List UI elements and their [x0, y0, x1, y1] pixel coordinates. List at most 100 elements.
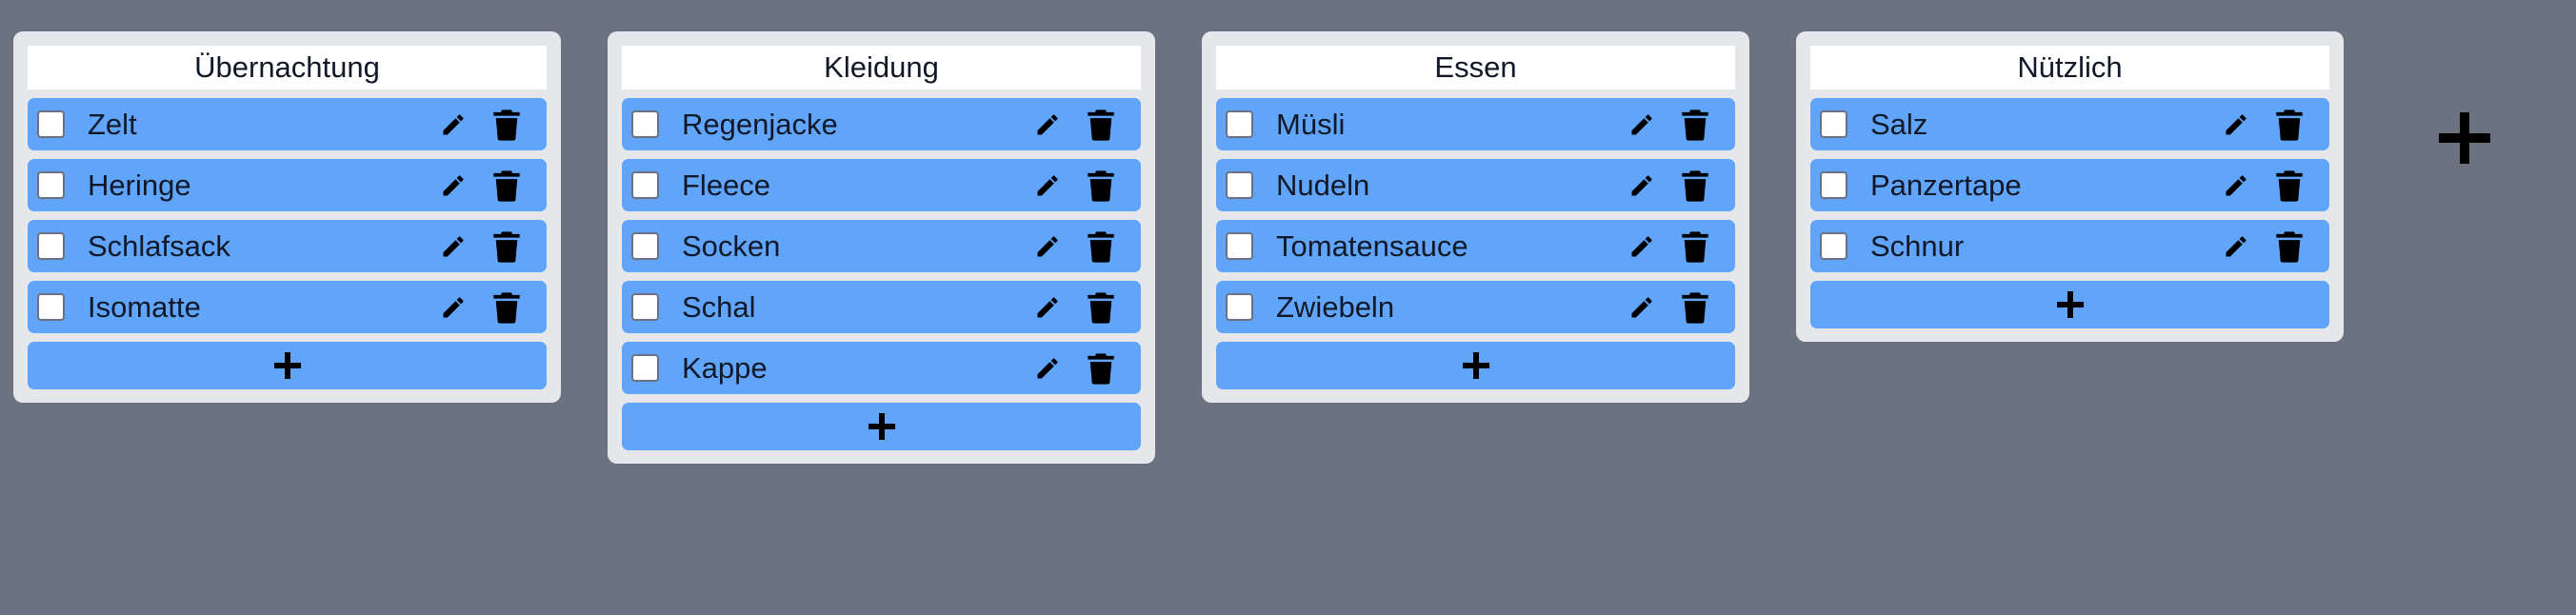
item-list: Müsli Nudeln Tomatensauce Zwiebeln: [1216, 98, 1735, 333]
item-checkbox[interactable]: [37, 171, 65, 199]
plus-icon: [2439, 112, 2490, 164]
column-title: Essen: [1216, 46, 1735, 89]
delete-button[interactable]: [491, 169, 522, 202]
trash-icon: [2276, 109, 2303, 141]
delete-button[interactable]: [491, 109, 522, 141]
item-checkbox[interactable]: [631, 232, 659, 260]
edit-button[interactable]: [1032, 170, 1063, 201]
delete-button[interactable]: [2274, 109, 2305, 141]
add-item-button[interactable]: [1216, 342, 1735, 389]
delete-button[interactable]: [1680, 169, 1710, 202]
item-checkbox[interactable]: [37, 293, 65, 321]
list-column: Nützlich Salz Panzertape Schnur: [1796, 31, 2344, 342]
item-checkbox[interactable]: [631, 293, 659, 321]
list-item: Fleece: [622, 159, 1141, 211]
list-item: Zwiebeln: [1216, 281, 1735, 333]
item-checkbox[interactable]: [1820, 171, 1847, 199]
trash-icon: [1682, 230, 1708, 263]
edit-button[interactable]: [2221, 170, 2251, 201]
delete-button[interactable]: [2274, 169, 2305, 202]
list-item: Schal: [622, 281, 1141, 333]
list-column: Kleidung Regenjacke Fleece Socken Schal …: [608, 31, 1155, 464]
pencil-icon: [443, 235, 464, 256]
edit-button[interactable]: [1627, 292, 1657, 323]
item-label: Zwiebeln: [1276, 289, 1395, 324]
edit-button[interactable]: [438, 231, 469, 262]
delete-button[interactable]: [1086, 109, 1116, 141]
add-column-button[interactable]: [2437, 110, 2492, 166]
edit-button[interactable]: [1032, 353, 1063, 384]
delete-button[interactable]: [491, 230, 522, 263]
item-checkbox[interactable]: [1820, 110, 1847, 138]
delete-button[interactable]: [1086, 230, 1116, 263]
pencil-icon: [1631, 174, 1652, 195]
delete-button[interactable]: [1680, 291, 1710, 324]
pencil-icon: [443, 174, 464, 195]
item-label: Tomatensauce: [1276, 228, 1468, 263]
pencil-icon: [2226, 174, 2247, 195]
add-item-button[interactable]: [1810, 281, 2329, 328]
list-item: Tomatensauce: [1216, 220, 1735, 272]
list-item: Schlafsack: [28, 220, 547, 272]
edit-button[interactable]: [438, 109, 469, 140]
pencil-icon: [2226, 113, 2247, 134]
edit-button[interactable]: [1032, 231, 1063, 262]
item-checkbox[interactable]: [37, 232, 65, 260]
item-label: Salz: [1870, 107, 1928, 141]
list-item: Schnur: [1810, 220, 2329, 272]
trash-icon: [1088, 352, 1114, 385]
trash-icon: [493, 291, 520, 324]
plus-icon: [2056, 291, 2084, 318]
edit-button[interactable]: [1032, 292, 1063, 323]
edit-button[interactable]: [1032, 109, 1063, 140]
delete-button[interactable]: [1086, 291, 1116, 324]
delete-button[interactable]: [1680, 230, 1710, 263]
edit-button[interactable]: [1627, 170, 1657, 201]
list-column: Essen Müsli Nudeln Tomatensauce Zwiebeln: [1202, 31, 1749, 403]
item-label: Nudeln: [1276, 168, 1370, 202]
edit-button[interactable]: [1627, 231, 1657, 262]
item-checkbox[interactable]: [1226, 110, 1253, 138]
delete-button[interactable]: [1086, 352, 1116, 385]
list-column: Übernachtung Zelt Heringe Schlafsack Iso…: [13, 31, 561, 403]
item-checkbox[interactable]: [631, 354, 659, 382]
trash-icon: [1088, 109, 1114, 141]
list-item: Nudeln: [1216, 159, 1735, 211]
delete-button[interactable]: [491, 291, 522, 324]
trash-icon: [1682, 291, 1708, 324]
add-item-button[interactable]: [622, 403, 1141, 450]
edit-button[interactable]: [2221, 231, 2251, 262]
item-checkbox[interactable]: [1226, 293, 1253, 321]
pencil-icon: [1037, 113, 1058, 134]
item-list: Zelt Heringe Schlafsack Isomatte: [28, 98, 547, 333]
item-checkbox[interactable]: [1820, 232, 1847, 260]
trash-icon: [1682, 169, 1708, 202]
item-label: Schal: [682, 289, 756, 324]
item-checkbox[interactable]: [37, 110, 65, 138]
item-checkbox[interactable]: [631, 171, 659, 199]
item-checkbox[interactable]: [631, 110, 659, 138]
edit-button[interactable]: [438, 170, 469, 201]
trash-icon: [2276, 230, 2303, 263]
delete-button[interactable]: [1086, 169, 1116, 202]
item-label: Schnur: [1870, 228, 1965, 263]
item-checkbox[interactable]: [1226, 171, 1253, 199]
column-title: Übernachtung: [28, 46, 547, 89]
trash-icon: [493, 109, 520, 141]
pencil-icon: [443, 296, 464, 317]
trash-icon: [2276, 169, 2303, 202]
item-label: Kappe: [682, 350, 768, 385]
list-item: Müsli: [1216, 98, 1735, 150]
pencil-icon: [1037, 174, 1058, 195]
delete-button[interactable]: [1680, 109, 1710, 141]
list-item: Heringe: [28, 159, 547, 211]
plus-icon: [868, 413, 895, 440]
edit-button[interactable]: [1627, 109, 1657, 140]
edit-button[interactable]: [2221, 109, 2251, 140]
add-item-button[interactable]: [28, 342, 547, 389]
item-checkbox[interactable]: [1226, 232, 1253, 260]
edit-button[interactable]: [438, 292, 469, 323]
item-label: Regenjacke: [682, 107, 838, 141]
pencil-icon: [2226, 235, 2247, 256]
delete-button[interactable]: [2274, 230, 2305, 263]
